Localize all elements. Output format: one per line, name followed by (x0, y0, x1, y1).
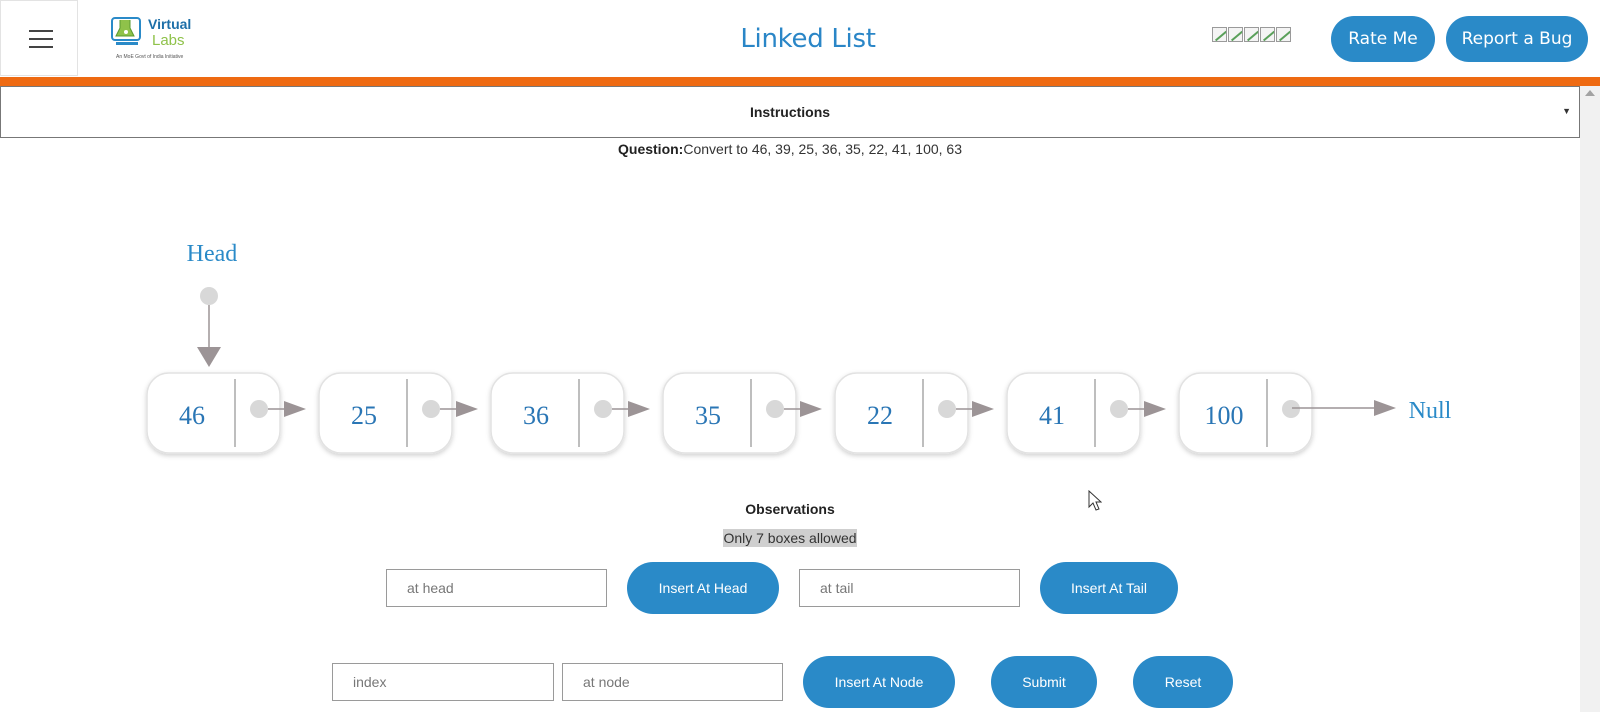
node-value: 36 (523, 401, 549, 430)
list-node: 36 (490, 372, 650, 454)
null-arrow-icon (1374, 400, 1396, 416)
node-pointer-dot (766, 400, 784, 418)
next-arrow-icon (628, 401, 650, 417)
node-pointer-dot (1110, 400, 1128, 418)
list-node: 35 (662, 372, 822, 454)
next-arrow-icon (456, 401, 478, 417)
next-arrow-icon (284, 401, 306, 417)
linked-list-diagram: Head 46 25 36 35 22 41 100 Null (146, 241, 1452, 454)
head-arrow-icon (197, 347, 221, 367)
scroll-up-arrow-icon[interactable] (1585, 90, 1595, 96)
node-value: 46 (179, 401, 205, 430)
null-label: Null (1409, 398, 1452, 424)
next-arrow-icon (972, 401, 994, 417)
at-node-input[interactable] (562, 663, 783, 701)
node-value: 25 (351, 401, 377, 430)
observation-message-row: Only 7 boxes allowed (0, 529, 1580, 548)
index-input[interactable] (332, 663, 554, 701)
node-value: 35 (695, 401, 721, 430)
head-label: Head (187, 241, 238, 267)
node-pointer-dot (250, 400, 268, 418)
list-node: 22 (834, 372, 994, 454)
reset-button[interactable]: Reset (1133, 656, 1233, 708)
list-node: 46 (146, 372, 306, 454)
mouse-cursor-icon (1088, 490, 1102, 511)
head-pointer-dot (200, 287, 218, 305)
list-node: 25 (318, 372, 478, 454)
vertical-scrollbar[interactable] (1580, 86, 1600, 712)
insert-at-node-button[interactable]: Insert At Node (803, 656, 955, 708)
insert-at-tail-button[interactable]: Insert At Tail (1040, 562, 1178, 614)
node-value: 100 (1205, 401, 1244, 430)
node-pointer-dot (422, 400, 440, 418)
next-arrow-icon (1144, 401, 1166, 417)
node-value: 41 (1039, 401, 1065, 430)
node-pointer-dot (594, 400, 612, 418)
submit-button[interactable]: Submit (991, 656, 1097, 708)
insert-tail-input[interactable] (799, 569, 1020, 607)
next-arrow-icon (800, 401, 822, 417)
list-node: 41 (1006, 372, 1166, 454)
insert-at-head-button[interactable]: Insert At Head (627, 562, 779, 614)
node-pointer-dot (938, 400, 956, 418)
observations-title: Observations (745, 501, 835, 517)
node-value: 22 (867, 401, 893, 430)
observation-message: Only 7 boxes allowed (723, 529, 857, 547)
insert-head-input[interactable] (386, 569, 607, 607)
list-node: 100 (1178, 372, 1313, 454)
node-pointer-dot (1282, 400, 1300, 418)
